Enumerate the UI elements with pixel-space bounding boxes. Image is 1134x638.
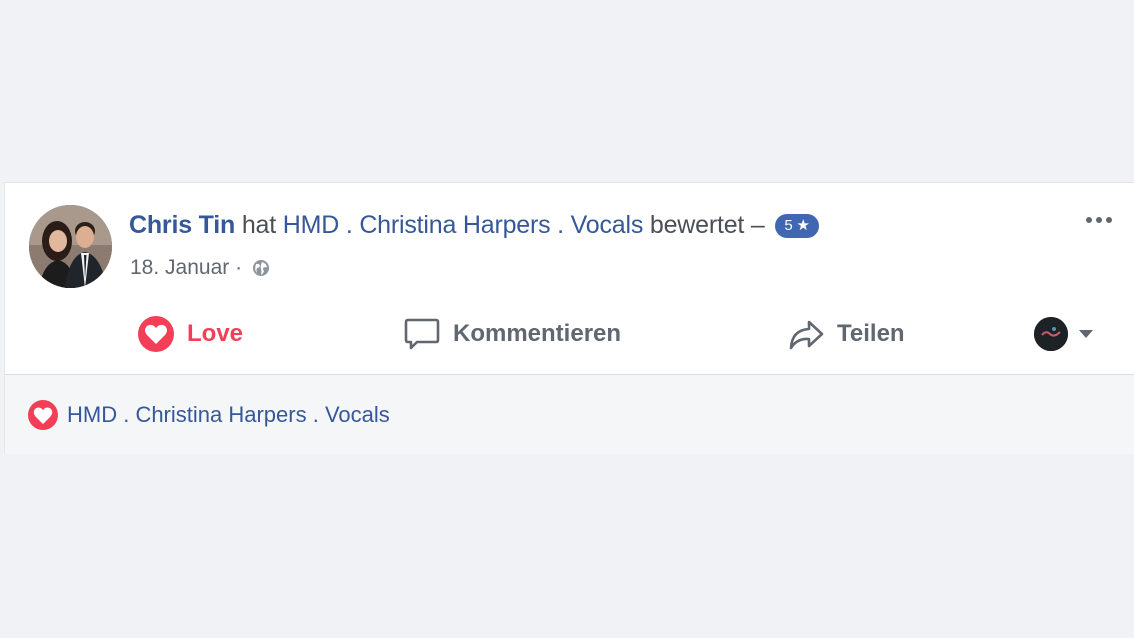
heart-icon [137, 315, 175, 353]
post-card: Chris Tin hat HMD . Christina Harpers . … [4, 182, 1134, 454]
reaction-row: HMD . Christina Harpers . Vocals [27, 399, 390, 431]
share-icon [787, 315, 825, 353]
header-verb: hat [241, 211, 276, 239]
page-avatar [1034, 317, 1068, 351]
post-date[interactable]: 18. Januar [130, 256, 229, 279]
header-action: bewertet – [649, 211, 765, 239]
more-options-icon[interactable] [1084, 213, 1114, 227]
heart-icon [27, 399, 59, 431]
comment-button[interactable]: Kommentieren [403, 311, 621, 357]
globe-icon [252, 259, 270, 283]
audience-selector[interactable] [1034, 317, 1094, 351]
share-button[interactable]: Teilen [787, 311, 905, 357]
meta-separator: · [235, 256, 243, 279]
action-bar: Love Kommentieren Teilen [5, 311, 1134, 357]
post-meta: 18. Januar · [130, 256, 270, 283]
comment-icon [403, 315, 441, 353]
page-link[interactable]: HMD . Christina Harpers . Vocals [283, 211, 644, 239]
love-button[interactable]: Love [137, 311, 243, 357]
author-link[interactable]: Chris Tin [129, 211, 235, 239]
post-header: Chris Tin hat HMD . Christina Harpers . … [129, 211, 819, 240]
reactor-name[interactable]: HMD . Christina Harpers . Vocals [67, 402, 390, 428]
rating-badge: 5 ★ [775, 214, 819, 238]
comment-label: Kommentieren [453, 320, 622, 347]
love-label: Love [187, 320, 244, 347]
share-label: Teilen [837, 320, 905, 347]
reactions-section: HMD . Christina Harpers . Vocals [5, 375, 1134, 454]
avatar[interactable] [29, 205, 112, 288]
chevron-down-icon [1078, 329, 1094, 339]
